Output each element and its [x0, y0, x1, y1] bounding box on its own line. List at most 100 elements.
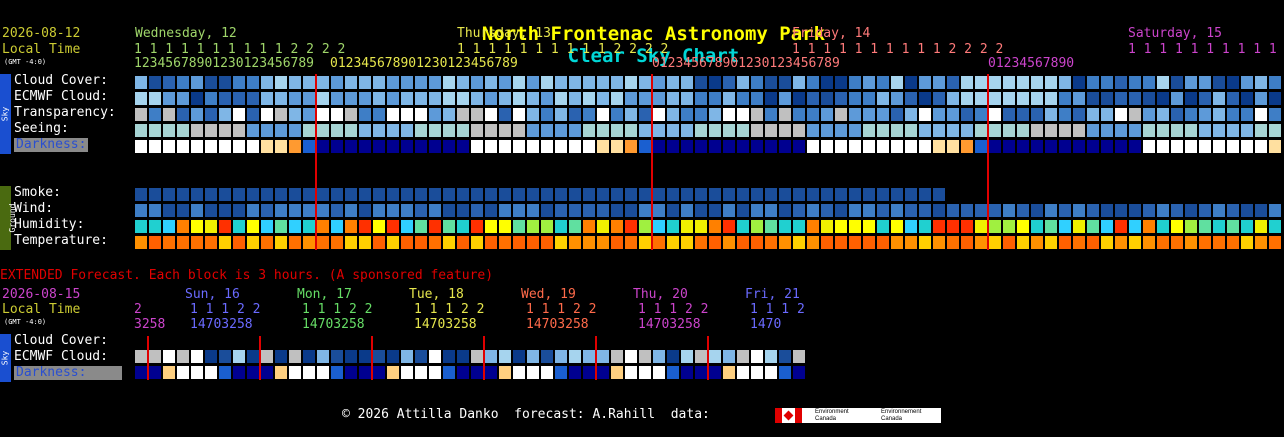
forecast-block[interactable]: [1157, 236, 1169, 249]
forecast-block[interactable]: [429, 108, 441, 121]
forecast-block[interactable]: [695, 236, 707, 249]
forecast-block[interactable]: [1157, 220, 1169, 233]
forecast-block[interactable]: [471, 220, 483, 233]
extended-forecast-block[interactable]: [625, 350, 637, 363]
forecast-block[interactable]: [1227, 92, 1239, 105]
forecast-block[interactable]: [275, 76, 287, 89]
forecast-block[interactable]: [1129, 76, 1141, 89]
forecast-block[interactable]: [821, 140, 833, 153]
forecast-block[interactable]: [1045, 204, 1057, 217]
forecast-block[interactable]: [1115, 124, 1127, 137]
forecast-block[interactable]: [905, 124, 917, 137]
forecast-block[interactable]: [1185, 76, 1197, 89]
forecast-block[interactable]: [205, 124, 217, 137]
forecast-block[interactable]: [205, 76, 217, 89]
forecast-block[interactable]: [1073, 108, 1085, 121]
forecast-block[interactable]: [163, 188, 175, 201]
forecast-block[interactable]: [345, 188, 357, 201]
forecast-block[interactable]: [1171, 92, 1183, 105]
forecast-block[interactable]: [457, 140, 469, 153]
forecast-block[interactable]: [583, 108, 595, 121]
forecast-block[interactable]: [667, 92, 679, 105]
forecast-block[interactable]: [359, 92, 371, 105]
forecast-block[interactable]: [1241, 92, 1253, 105]
forecast-block[interactable]: [359, 188, 371, 201]
forecast-block[interactable]: [289, 124, 301, 137]
forecast-block[interactable]: [1129, 140, 1141, 153]
forecast-block[interactable]: [555, 124, 567, 137]
forecast-block[interactable]: [205, 236, 217, 249]
forecast-block[interactable]: [779, 140, 791, 153]
extended-forecast-block[interactable]: [751, 366, 763, 379]
extended-forecast-block[interactable]: [709, 366, 721, 379]
forecast-block[interactable]: [835, 140, 847, 153]
forecast-block[interactable]: [261, 204, 273, 217]
extended-forecast-block[interactable]: [569, 366, 581, 379]
forecast-block[interactable]: [1115, 108, 1127, 121]
forecast-block[interactable]: [443, 188, 455, 201]
forecast-block[interactable]: [1157, 76, 1169, 89]
forecast-block[interactable]: [975, 220, 987, 233]
forecast-block[interactable]: [1115, 76, 1127, 89]
forecast-block[interactable]: [723, 188, 735, 201]
forecast-block[interactable]: [793, 124, 805, 137]
forecast-block[interactable]: [933, 76, 945, 89]
forecast-block[interactable]: [667, 108, 679, 121]
forecast-block[interactable]: [135, 188, 147, 201]
forecast-block[interactable]: [807, 220, 819, 233]
forecast-block[interactable]: [625, 204, 637, 217]
extended-forecast-block[interactable]: [149, 350, 161, 363]
forecast-block[interactable]: [387, 188, 399, 201]
forecast-block[interactable]: [1031, 92, 1043, 105]
forecast-block[interactable]: [1017, 92, 1029, 105]
forecast-block[interactable]: [1059, 236, 1071, 249]
forecast-block[interactable]: [849, 140, 861, 153]
forecast-block[interactable]: [1059, 76, 1071, 89]
forecast-block[interactable]: [821, 236, 833, 249]
forecast-block[interactable]: [233, 92, 245, 105]
forecast-block[interactable]: [723, 236, 735, 249]
forecast-block[interactable]: [1241, 236, 1253, 249]
forecast-block[interactable]: [1003, 140, 1015, 153]
forecast-block[interactable]: [751, 140, 763, 153]
forecast-block[interactable]: [821, 188, 833, 201]
forecast-block[interactable]: [569, 124, 581, 137]
forecast-block[interactable]: [541, 140, 553, 153]
forecast-block[interactable]: [555, 220, 567, 233]
forecast-block[interactable]: [401, 124, 413, 137]
forecast-block[interactable]: [247, 220, 259, 233]
forecast-block[interactable]: [989, 220, 1001, 233]
forecast-block[interactable]: [275, 124, 287, 137]
forecast-block[interactable]: [737, 92, 749, 105]
forecast-block[interactable]: [443, 108, 455, 121]
forecast-block[interactable]: [1129, 108, 1141, 121]
forecast-block[interactable]: [653, 188, 665, 201]
forecast-block[interactable]: [1101, 76, 1113, 89]
forecast-block[interactable]: [919, 188, 931, 201]
forecast-block[interactable]: [947, 76, 959, 89]
forecast-block[interactable]: [1087, 76, 1099, 89]
forecast-block[interactable]: [933, 204, 945, 217]
forecast-block[interactable]: [1059, 204, 1071, 217]
forecast-block[interactable]: [555, 188, 567, 201]
forecast-block[interactable]: [793, 108, 805, 121]
forecast-block[interactable]: [1045, 124, 1057, 137]
forecast-block[interactable]: [303, 76, 315, 89]
forecast-block[interactable]: [1269, 236, 1281, 249]
forecast-block[interactable]: [681, 188, 693, 201]
forecast-block[interactable]: [639, 188, 651, 201]
extended-forecast-block[interactable]: [233, 350, 245, 363]
forecast-block[interactable]: [1031, 220, 1043, 233]
forecast-block[interactable]: [1199, 236, 1211, 249]
forecast-block[interactable]: [429, 220, 441, 233]
extended-forecast-block[interactable]: [597, 350, 609, 363]
extended-forecast-block[interactable]: [513, 350, 525, 363]
row-label-darkness[interactable]: Darkness:: [14, 138, 89, 152]
forecast-block[interactable]: [1115, 220, 1127, 233]
forecast-block[interactable]: [877, 236, 889, 249]
forecast-block[interactable]: [443, 236, 455, 249]
forecast-block[interactable]: [1101, 140, 1113, 153]
forecast-block[interactable]: [359, 220, 371, 233]
extended-forecast-block[interactable]: [457, 366, 469, 379]
forecast-block[interactable]: [1227, 124, 1239, 137]
